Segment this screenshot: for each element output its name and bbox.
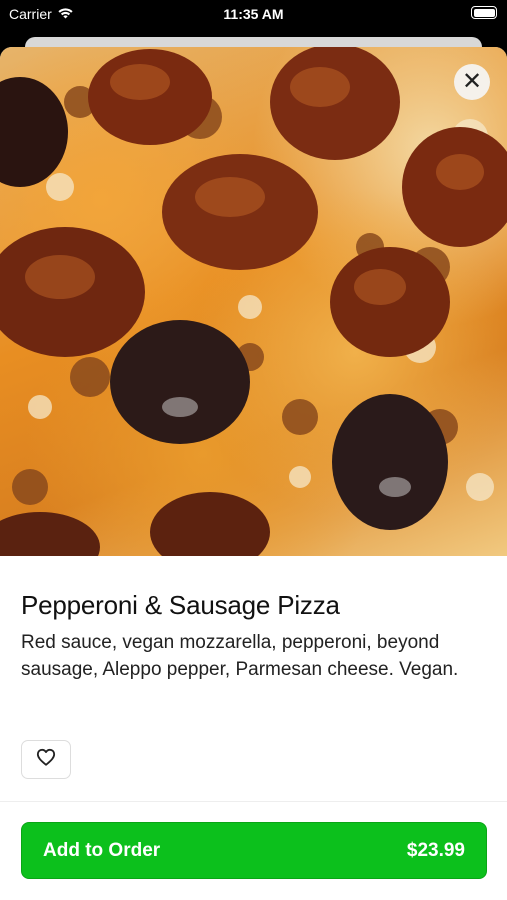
heart-icon (36, 748, 56, 771)
close-button[interactable]: ✕ (454, 64, 490, 100)
battery-level (473, 8, 495, 17)
pizza-illustration (0, 47, 507, 556)
add-to-order-label: Add to Order (43, 839, 161, 861)
price-label: $23.99 (406, 839, 465, 861)
product-description: Red sauce, vegan mozzarella, pepperoni, … (21, 632, 459, 680)
product-detail-sheet: ✕ Pepperoni & Sausage Pizza Red sauce, v… (0, 47, 507, 900)
favorite-button[interactable] (21, 740, 71, 779)
close-icon: ✕ (461, 68, 483, 95)
product-title: Pepperoni & Sausage Pizza (21, 590, 340, 620)
status-time: 11:35 AM (223, 6, 284, 22)
status-bar: Carrier 11:35 AM (0, 0, 507, 30)
add-to-order-button[interactable]: Add to Order $23.99 (21, 822, 487, 879)
battery-icon (471, 6, 497, 19)
product-image: ✕ (0, 47, 507, 556)
divider (0, 801, 507, 802)
